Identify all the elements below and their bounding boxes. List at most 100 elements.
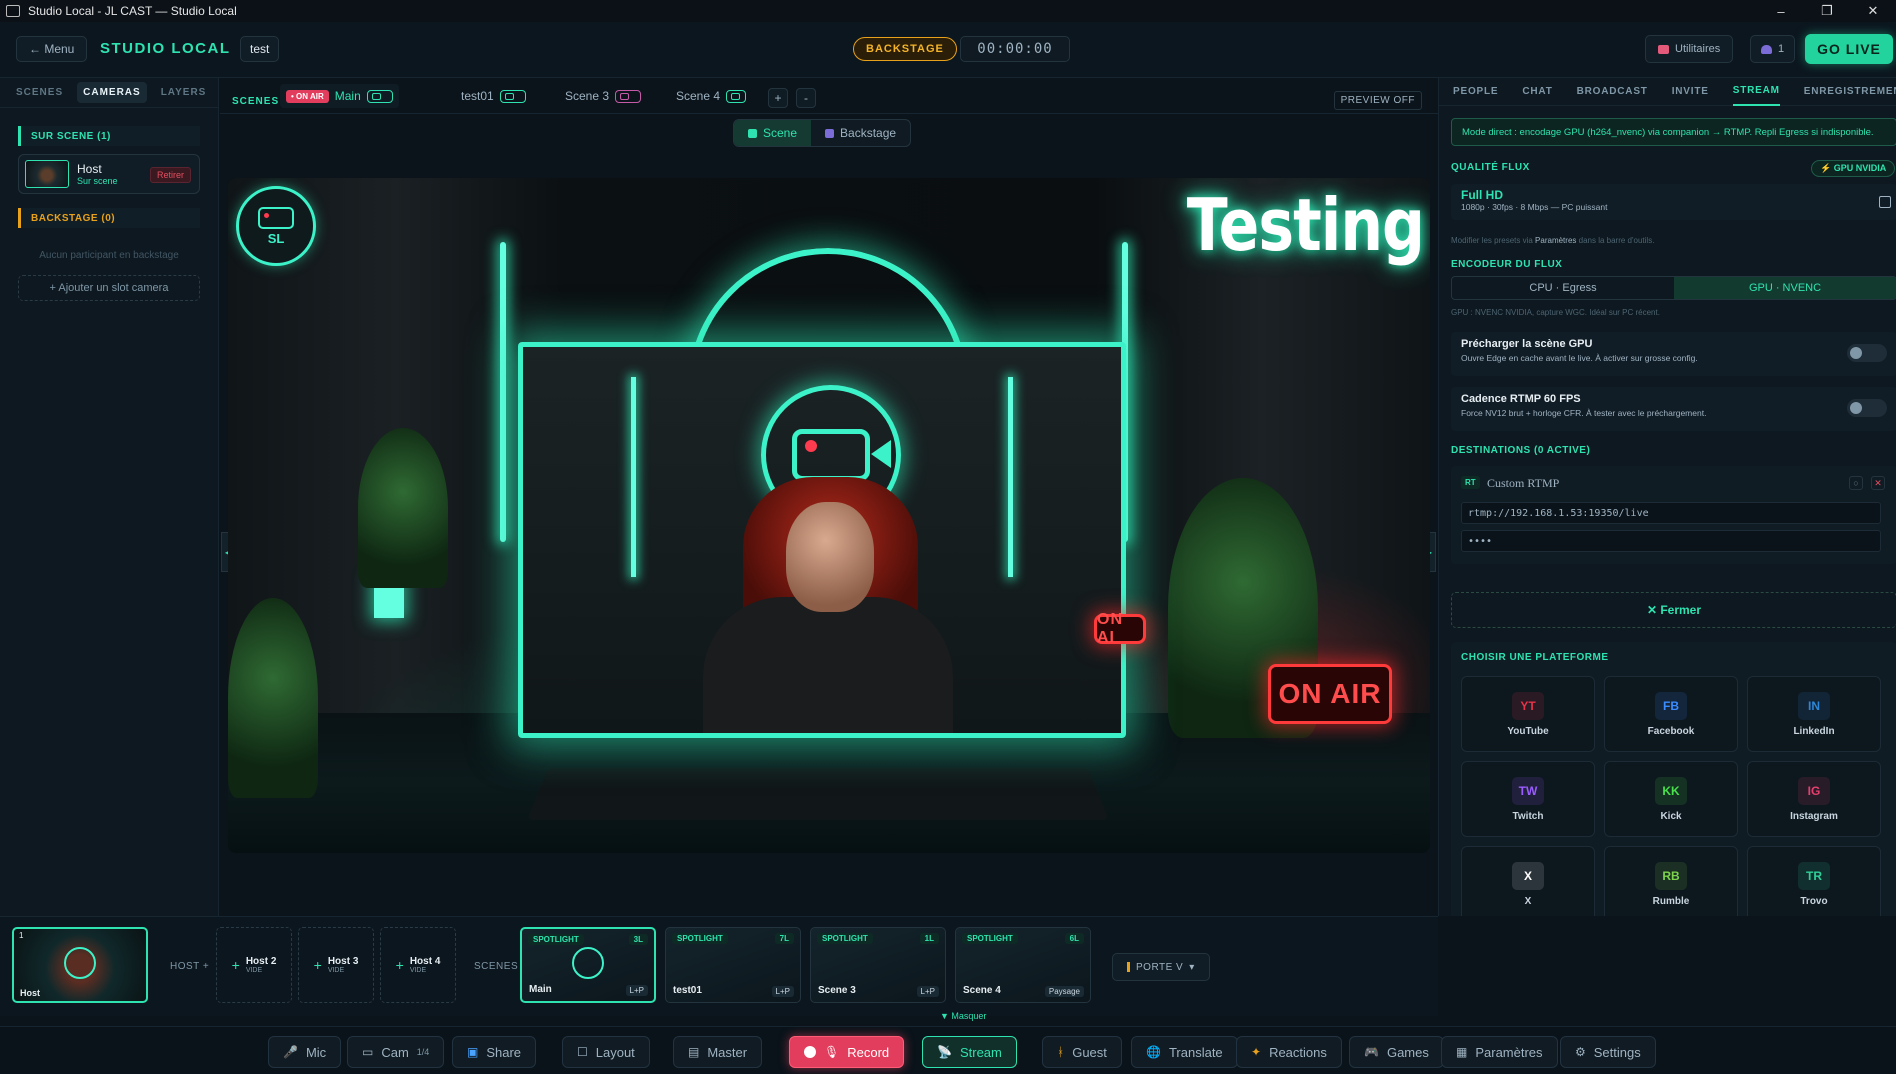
- stream-key-input[interactable]: ••••: [1461, 530, 1881, 552]
- people-icon: [1761, 44, 1772, 54]
- remove-scene-button[interactable]: -: [796, 88, 816, 108]
- scene-card[interactable]: SPOTLIGHT 1L Scene 3 L+P: [810, 927, 946, 1003]
- tab-scene-4[interactable]: Scene 4: [670, 84, 752, 108]
- toggle-icon[interactable]: ○: [1849, 476, 1863, 490]
- add-camera-slot-button[interactable]: + Ajouter un slot camera: [18, 275, 200, 301]
- platform-facebook[interactable]: FB Facebook: [1604, 676, 1738, 752]
- tab-recording[interactable]: ENREGISTREMENT: [1804, 78, 1896, 106]
- guest-button[interactable]: ᚼ Guest: [1042, 1036, 1122, 1068]
- tab-scene-3[interactable]: Scene 3: [559, 84, 647, 108]
- encoder-cpu-option[interactable]: CPU · Egress: [1452, 277, 1674, 299]
- share-label: Share: [486, 1044, 522, 1060]
- kick-icon: KK: [1655, 776, 1687, 805]
- view-scene-button[interactable]: Scene: [734, 120, 812, 146]
- platform-youtube[interactable]: YT YouTube: [1461, 676, 1595, 752]
- grid-icon[interactable]: [1879, 196, 1891, 208]
- host-thumbnail[interactable]: 1 Host: [12, 927, 148, 1003]
- tab-invite[interactable]: INVITE: [1672, 78, 1709, 106]
- quality-preset-card[interactable]: Full HD 1080p · 30fps · 8 Mbps — PC puis…: [1451, 184, 1896, 220]
- record-button[interactable]: 🎙 Record: [789, 1036, 905, 1068]
- tab-scenes[interactable]: SCENES: [10, 82, 69, 103]
- platform-linkedin[interactable]: IN LinkedIn: [1747, 676, 1881, 752]
- parametres-button[interactable]: ▦ Paramètres: [1441, 1036, 1558, 1068]
- scene-card[interactable]: SPOTLIGHT 3L Main L+P: [520, 927, 656, 1003]
- camera-icon: ▭: [362, 1045, 374, 1059]
- host-card[interactable]: Host Sur scene Retirer: [18, 154, 200, 194]
- scene-tab-label: Scene 3: [565, 89, 610, 103]
- games-button[interactable]: 🎮 Games: [1349, 1036, 1444, 1068]
- preload-gpu-toggle[interactable]: [1847, 344, 1887, 362]
- tab-scene-main[interactable]: • ON AIR Main: [280, 84, 399, 108]
- transition-select[interactable]: PORTE V ▾: [1112, 953, 1210, 981]
- encoder-note: GPU : NVENC NVIDIA, capture WGC. Idéal s…: [1451, 308, 1660, 317]
- translate-button[interactable]: 🌐 Translate: [1131, 1036, 1238, 1068]
- plant: [358, 428, 448, 588]
- layout-button[interactable]: ☐ Layout: [562, 1036, 650, 1068]
- settings-button[interactable]: ⚙ Settings: [1560, 1036, 1656, 1068]
- parametres-link[interactable]: Paramètres: [1535, 236, 1576, 245]
- platform-rumble[interactable]: RB Rumble: [1604, 846, 1738, 916]
- maximize-button[interactable]: ❐: [1804, 0, 1850, 22]
- rtmp-url-input[interactable]: rtmp://192.168.1.53:19350/live: [1461, 502, 1881, 524]
- scene-card[interactable]: SPOTLIGHT 7L test01 L+P: [665, 927, 801, 1003]
- preload-gpu-card: Précharger la scène GPU Ouvre Edge en ca…: [1451, 332, 1896, 376]
- mic-button[interactable]: 🎤 Mic: [268, 1036, 342, 1068]
- quality-preset-desc: 1080p · 30fps · 8 Mbps — PC puissant: [1461, 202, 1608, 212]
- preview-stage[interactable]: ON AI ON AIR SL Testing: [228, 178, 1430, 853]
- add-scene-button[interactable]: +: [768, 88, 788, 108]
- reactions-button[interactable]: ✦ Reactions: [1236, 1036, 1342, 1068]
- remove-host-button[interactable]: Retirer: [149, 167, 191, 183]
- tab-broadcast[interactable]: BROADCAST: [1577, 78, 1648, 106]
- tab-layers[interactable]: LAYERS: [155, 82, 213, 103]
- tab-scene-test01[interactable]: test01: [455, 84, 532, 108]
- go-live-button[interactable]: GO LIVE: [1805, 34, 1893, 64]
- close-destination-button[interactable]: ✕ Fermer: [1451, 592, 1896, 628]
- host-slot[interactable]: + Host 2 VIDE: [216, 927, 292, 1003]
- add-host-label[interactable]: HOST +: [170, 961, 209, 972]
- platform-name: LinkedIn: [1793, 725, 1835, 737]
- stream-button[interactable]: 📡 Stream: [922, 1036, 1017, 1068]
- screen-share-icon: ▣: [467, 1045, 479, 1059]
- slot-name: Host 2: [245, 956, 277, 967]
- delete-icon[interactable]: ✕: [1871, 476, 1885, 490]
- neon-light: [631, 377, 636, 577]
- close-window-button[interactable]: ✕: [1850, 0, 1896, 22]
- view-switch: Scene Backstage: [733, 119, 912, 147]
- tab-people[interactable]: PEOPLE: [1453, 78, 1498, 106]
- tab-stream[interactable]: STREAM: [1732, 78, 1780, 106]
- utilities-label: Utilitaires: [1675, 43, 1721, 55]
- tab-cameras[interactable]: CAMERAS: [77, 82, 147, 103]
- host-slot[interactable]: + Host 4 VIDE: [380, 927, 456, 1003]
- preview-toggle[interactable]: PREVIEW OFF: [1333, 91, 1422, 110]
- scene-card[interactable]: SPOTLIGHT 6L Scene 4 Paysage: [955, 927, 1091, 1003]
- platform-x[interactable]: XX: [1461, 846, 1595, 916]
- scene-count-badge: 3L: [628, 934, 648, 945]
- master-button[interactable]: ▤ Master: [673, 1036, 763, 1068]
- hide-strip-button[interactable]: ▼ Masquer: [940, 1011, 986, 1021]
- master-icon: ▤: [688, 1045, 700, 1059]
- platform-kick[interactable]: KK Kick: [1604, 761, 1738, 837]
- platforms-heading: CHOISIR UNE PLATEFORME: [1461, 652, 1609, 663]
- master-label: Master: [707, 1044, 748, 1060]
- minimize-button[interactable]: –: [1758, 0, 1804, 22]
- rtmp-60fps-toggle[interactable]: [1847, 399, 1887, 417]
- view-backstage-button[interactable]: Backstage: [811, 120, 910, 146]
- tab-chat[interactable]: CHAT: [1522, 78, 1552, 106]
- grid-icon: ▦: [1456, 1045, 1468, 1059]
- rtmp-60fps-card: Cadence RTMP 60 FPS Force NV12 brut + ho…: [1451, 387, 1896, 431]
- project-name[interactable]: test: [240, 36, 280, 62]
- share-button[interactable]: ▣ Share: [452, 1036, 537, 1068]
- participants-button[interactable]: 1: [1750, 35, 1796, 63]
- platform-name: Twitch: [1512, 810, 1544, 822]
- platform-instagram[interactable]: IG Instagram: [1747, 761, 1881, 837]
- utilities-button[interactable]: Utilitaires: [1645, 35, 1734, 63]
- cam-button[interactable]: ▭ Cam 1/4: [347, 1036, 445, 1068]
- scene-card-name: Scene 3: [818, 985, 856, 996]
- platform-trovo[interactable]: TR Trovo: [1747, 846, 1881, 916]
- encoder-gpu-option[interactable]: GPU · NVENC: [1674, 277, 1896, 299]
- menu-button[interactable]: ← Menu: [16, 36, 88, 62]
- bottom-strip: 1 Host HOST + + Host 2 VIDE + Host 3 VIDE …: [0, 916, 1438, 1016]
- scene-layout-tag: SPOTLIGHT: [528, 934, 584, 945]
- host-slot[interactable]: + Host 3 VIDE: [298, 927, 374, 1003]
- platform-twitch[interactable]: TW Twitch: [1461, 761, 1595, 837]
